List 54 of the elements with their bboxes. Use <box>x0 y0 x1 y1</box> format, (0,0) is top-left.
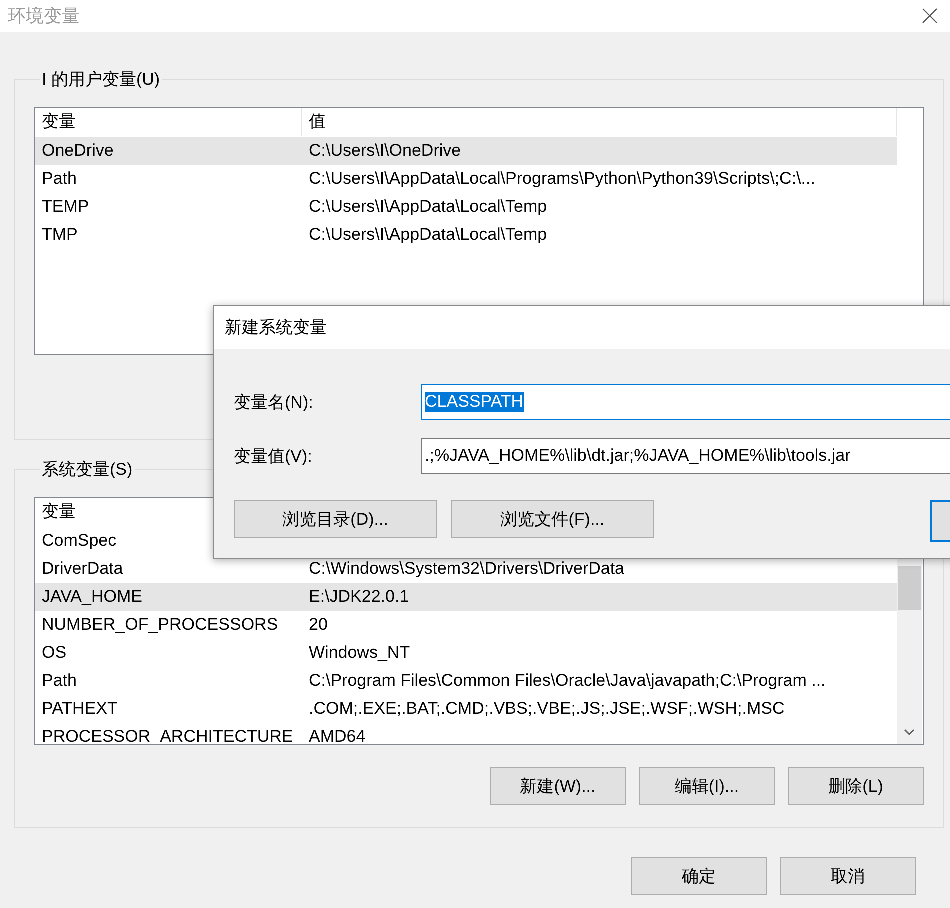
variable-name: JAVA_HOME <box>42 587 142 606</box>
variable-name: Path <box>42 671 77 690</box>
variable-name: PATHEXT <box>42 699 118 718</box>
list-action-button[interactable]: 删除(L) <box>788 767 924 805</box>
list-row[interactable]: PROCESSOR_ARCHITECTURE AMD64 <box>35 723 897 744</box>
variable-value: C:\Users\I\AppData\Local\Temp <box>309 197 548 216</box>
browse-button[interactable]: 浏览目录(D)... <box>234 500 438 538</box>
list-row[interactable]: NUMBER_OF_PROCESSORS 20 <box>35 611 897 639</box>
list-row[interactable]: PATHEXT .COM;.EXE;.BAT;.CMD;.VBS;.VBE;.JS;.JSE;.WSF;.WSH;.MSC <box>35 695 897 723</box>
variable-value: C:\Program Files\Common Files\Oracle\Java\javapath;C:\Program ... <box>309 671 826 690</box>
variable-name: Path <box>42 169 77 188</box>
group-title: I 的用户变量(U) <box>41 69 162 91</box>
list-row[interactable]: Path C:\Users\I\AppData\Local\Programs\Python\Python39\Scripts\;C:\... <box>35 165 897 193</box>
browse-button[interactable]: 浏览文件(F)... <box>451 500 654 538</box>
close-icon[interactable] <box>922 8 938 24</box>
list-row[interactable]: OneDrive C:\Users\I\OneDrive <box>35 137 897 165</box>
variable-value: C:\Users\I\AppData\Local\Programs\Python\Python39\Scripts\;C:\... <box>309 169 816 188</box>
input-field[interactable]: CLASSPATH <box>421 384 950 420</box>
variable-name: TMP <box>42 225 78 244</box>
variable-name: NUMBER_OF_PROCESSORS <box>42 615 278 634</box>
dialog-title: 新建系统变量 <box>225 317 327 339</box>
list-action-button[interactable]: 编辑(I)... <box>639 767 775 805</box>
scrollbar-thumb[interactable] <box>898 566 921 610</box>
cancel-button[interactable]: 取消 <box>780 857 916 895</box>
variable-value: C:\Windows\System32\Drivers\DriverData <box>309 559 625 578</box>
variable-name: OneDrive <box>42 141 114 160</box>
variable-value: E:\JDK22.0.1 <box>309 587 410 606</box>
variable-name: DriverData <box>42 559 124 578</box>
variable-name: OS <box>42 643 67 662</box>
variable-value: Windows_NT <box>309 643 410 662</box>
variable-value: 20 <box>309 615 328 634</box>
column-header[interactable]: 变量 <box>35 108 302 136</box>
list-row[interactable]: TEMP C:\Users\I\AppData\Local\Temp <box>35 193 897 221</box>
variable-name: TEMP <box>42 197 90 216</box>
variable-name: PROCESSOR_ARCHITECTURE <box>42 727 294 744</box>
chevron-down-icon[interactable] <box>904 729 915 736</box>
group-title: 系统变量(S) <box>41 459 134 481</box>
window-title: 环境变量 <box>8 5 80 28</box>
list-row[interactable]: DriverData C:\Windows\System32\Drivers\DriverData <box>35 555 897 583</box>
list-row[interactable]: Path C:\Program Files\Common Files\Oracle\Java\javapath;C:\Program ... <box>35 667 897 695</box>
variable-value: AMD64 <box>309 727 366 744</box>
list-row[interactable]: TMP C:\Users\I\AppData\Local\Temp <box>35 221 897 249</box>
list-row[interactable]: OS Windows_NT <box>35 639 897 667</box>
field-label: 变量名(N): <box>234 392 314 414</box>
variable-name: ComSpec <box>42 531 117 550</box>
input-field[interactable]: .;%JAVA_HOME%\lib\dt.jar;%JAVA_HOME%\lib\tools.jar <box>421 438 950 474</box>
ok-button[interactable]: 确定 <box>631 857 767 895</box>
variable-value: .COM;.EXE;.BAT;.CMD;.VBS;.VBE;.JS;.JSE;.WSF;.WSH;.MSC <box>309 699 785 718</box>
field-label: 变量值(V): <box>234 446 314 468</box>
list-row[interactable]: JAVA_HOME E:\JDK22.0.1 <box>35 583 897 611</box>
column-header[interactable]: 值 <box>302 108 897 136</box>
variable-value: C:\Users\I\AppData\Local\Temp <box>309 225 548 244</box>
list-action-button[interactable]: 新建(W)... <box>490 767 626 805</box>
variable-value: C:\Users\I\OneDrive <box>309 141 462 160</box>
